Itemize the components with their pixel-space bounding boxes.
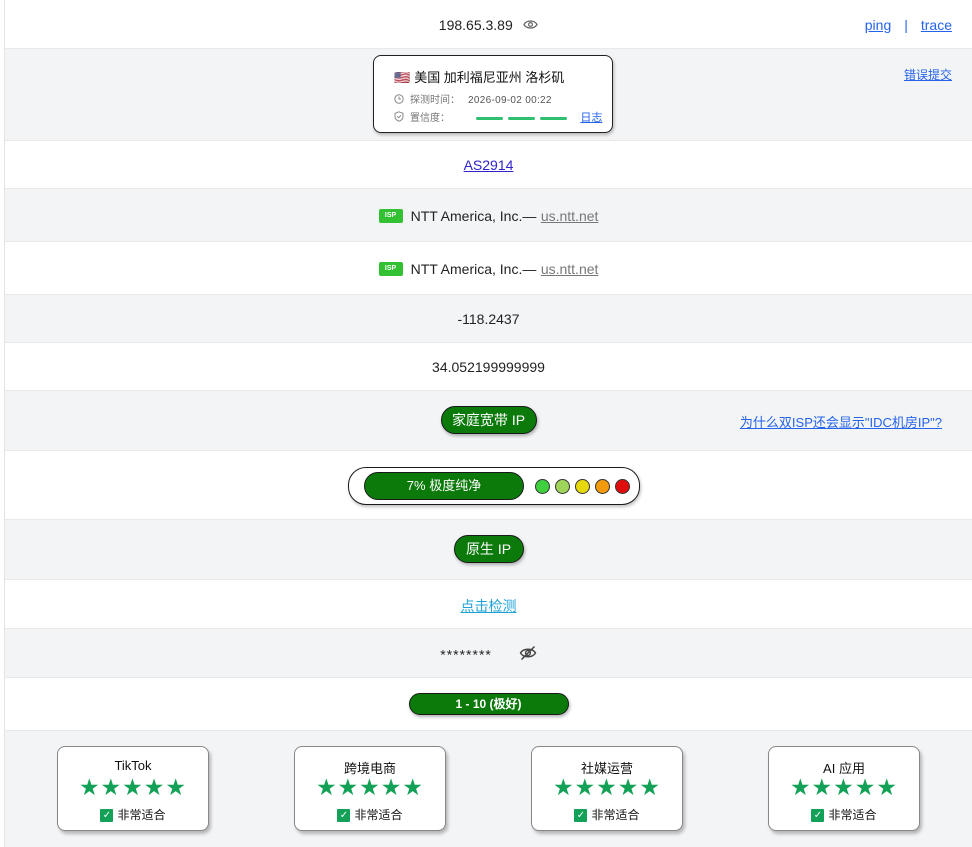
confidence-line: 置信度： 日志 <box>394 109 602 125</box>
confidence-label: 置信度： <box>410 113 450 124</box>
isp-name: NTT America, Inc.— <box>410 207 537 224</box>
verdict-text: 非常适合 <box>117 808 166 822</box>
check-row: 点击检测 <box>5 580 972 629</box>
verdict-text: 非常适合 <box>591 808 640 822</box>
verdict-text: 非常适合 <box>828 808 877 822</box>
asn-link[interactable]: AS2914 <box>464 157 514 173</box>
detect-time-line: 探测时间： 2026-09-02 00:22 <box>394 91 552 107</box>
use-verdict: ✓ 非常适合 <box>295 806 445 823</box>
verdict-text: 非常适合 <box>354 808 403 822</box>
risk-dot-4 <box>595 479 610 494</box>
ip-row: 198.65.3.89 ping | trace <box>5 0 972 49</box>
longitude-row: -118.2437 <box>5 295 972 343</box>
fraud-score-card: 7% 极度纯净 <box>348 467 640 505</box>
check-icon: ✓ <box>337 809 351 823</box>
latitude-row: 34.052199999999 <box>5 343 972 391</box>
confidence-bar-1 <box>475 116 503 120</box>
location-row: 🇺🇸 美国 加利福尼亚州 洛杉矶 探测时间： 2026-09-02 00:22 置信… <box>5 49 972 141</box>
trace-link[interactable]: trace <box>921 17 952 33</box>
rating-row: 1 - 10 (极好) <box>5 678 972 731</box>
use-verdict: ✓ 非常适合 <box>532 806 682 823</box>
isp-domain-link[interactable]: us.ntt.net <box>541 208 599 224</box>
page: 198.65.3.89 ping | trace 🇺🇸 美国 加利福尼亚州 洛杉矶 探… <box>0 0 972 847</box>
location-place: 美国 加利福尼亚州 洛杉矶 <box>414 70 565 85</box>
report-error-link[interactable]: 错误提交 <box>904 66 952 83</box>
ip-type-badge: 家庭宽带 IP <box>440 406 537 434</box>
use-card-ecommerce: 跨境电商 ★★★★★ ✓ 非常适合 <box>294 746 446 831</box>
ip-address: 198.65.3.89 <box>438 17 513 34</box>
detect-time: 2026-09-02 00:22 <box>468 95 552 106</box>
click-check-link[interactable]: 点击检测 <box>461 598 517 614</box>
fraud-score-row: 7% 极度纯净 <box>5 451 972 520</box>
masked-value: ******** <box>440 646 492 663</box>
risk-dot-3 <box>575 479 590 494</box>
ip-type-row: 家庭宽带 IP 为什么双ISP还会显示"IDC机房IP"? <box>5 391 972 451</box>
masked-row: ******** <box>5 629 972 678</box>
rating-badge: 1 - 10 (极好) <box>408 693 569 715</box>
risk-dot-2 <box>555 479 570 494</box>
use-title: TikTok <box>114 758 152 773</box>
eye-icon[interactable] <box>523 17 538 35</box>
check-icon: ✓ <box>574 809 588 823</box>
log-link[interactable]: 日志 <box>580 112 602 124</box>
isp-row-2: ISP NTT America, Inc.— us.ntt.net <box>5 242 972 295</box>
tool-links: ping | trace <box>865 17 952 33</box>
use-card-ai: AI 应用 ★★★★★ ✓ 非常适合 <box>768 746 920 831</box>
isp-domain-link[interactable]: us.ntt.net <box>541 261 599 277</box>
confidence-bar-3 <box>539 116 567 120</box>
location-card: 🇺🇸 美国 加利福尼亚州 洛杉矶 探测时间： 2026-09-02 00:22 置信… <box>373 55 613 133</box>
eye-off-icon[interactable] <box>519 645 537 666</box>
use-cases-row: TikTok ★★★★★ ✓ 非常适合 跨境电商 ★★★★★ ✓ 非常适合 社媒运营… <box>5 731 972 847</box>
isp-row-1: ISP NTT America, Inc.— us.ntt.net <box>5 189 972 242</box>
star-icon: ★★★★★ <box>315 774 425 800</box>
risk-dot-5 <box>615 479 630 494</box>
native-ip-row: 原生 IP <box>5 520 972 580</box>
isp-badge: ISP <box>378 208 403 223</box>
isp-badge: ISP <box>378 261 403 276</box>
check-icon: ✓ <box>811 809 825 823</box>
clock-icon <box>394 94 404 107</box>
shield-icon <box>394 111 404 125</box>
star-icon: ★★★★★ <box>789 774 899 800</box>
star-icon: ★★★★★ <box>552 774 662 800</box>
use-card-social: 社媒运营 ★★★★★ ✓ 非常适合 <box>531 746 683 831</box>
why-idc-link[interactable]: 为什么双ISP还会显示"IDC机房IP"? <box>740 412 942 431</box>
isp-name: NTT America, Inc.— <box>410 260 537 277</box>
longitude-value: -118.2437 <box>457 311 520 327</box>
native-ip-badge: 原生 IP <box>453 535 524 563</box>
link-separator: | <box>904 17 908 33</box>
use-verdict: ✓ 非常适合 <box>58 806 208 823</box>
flag-icon: 🇺🇸 <box>394 70 411 85</box>
fraud-score-badge: 7% 极度纯净 <box>364 472 524 500</box>
use-card-tiktok: TikTok ★★★★★ ✓ 非常适合 <box>57 746 209 831</box>
latitude-value: 34.052199999999 <box>432 359 545 375</box>
detect-label: 探测时间： <box>410 95 460 106</box>
use-verdict: ✓ 非常适合 <box>769 806 919 823</box>
star-icon: ★★★★★ <box>78 774 188 800</box>
ping-link[interactable]: ping <box>865 17 891 33</box>
asn-row: AS2914 <box>5 141 972 189</box>
confidence-bar-2 <box>507 116 535 120</box>
location-title: 🇺🇸 美国 加利福尼亚州 洛杉矶 <box>394 67 564 86</box>
check-icon: ✓ <box>100 809 114 823</box>
risk-dot-1 <box>535 479 550 494</box>
